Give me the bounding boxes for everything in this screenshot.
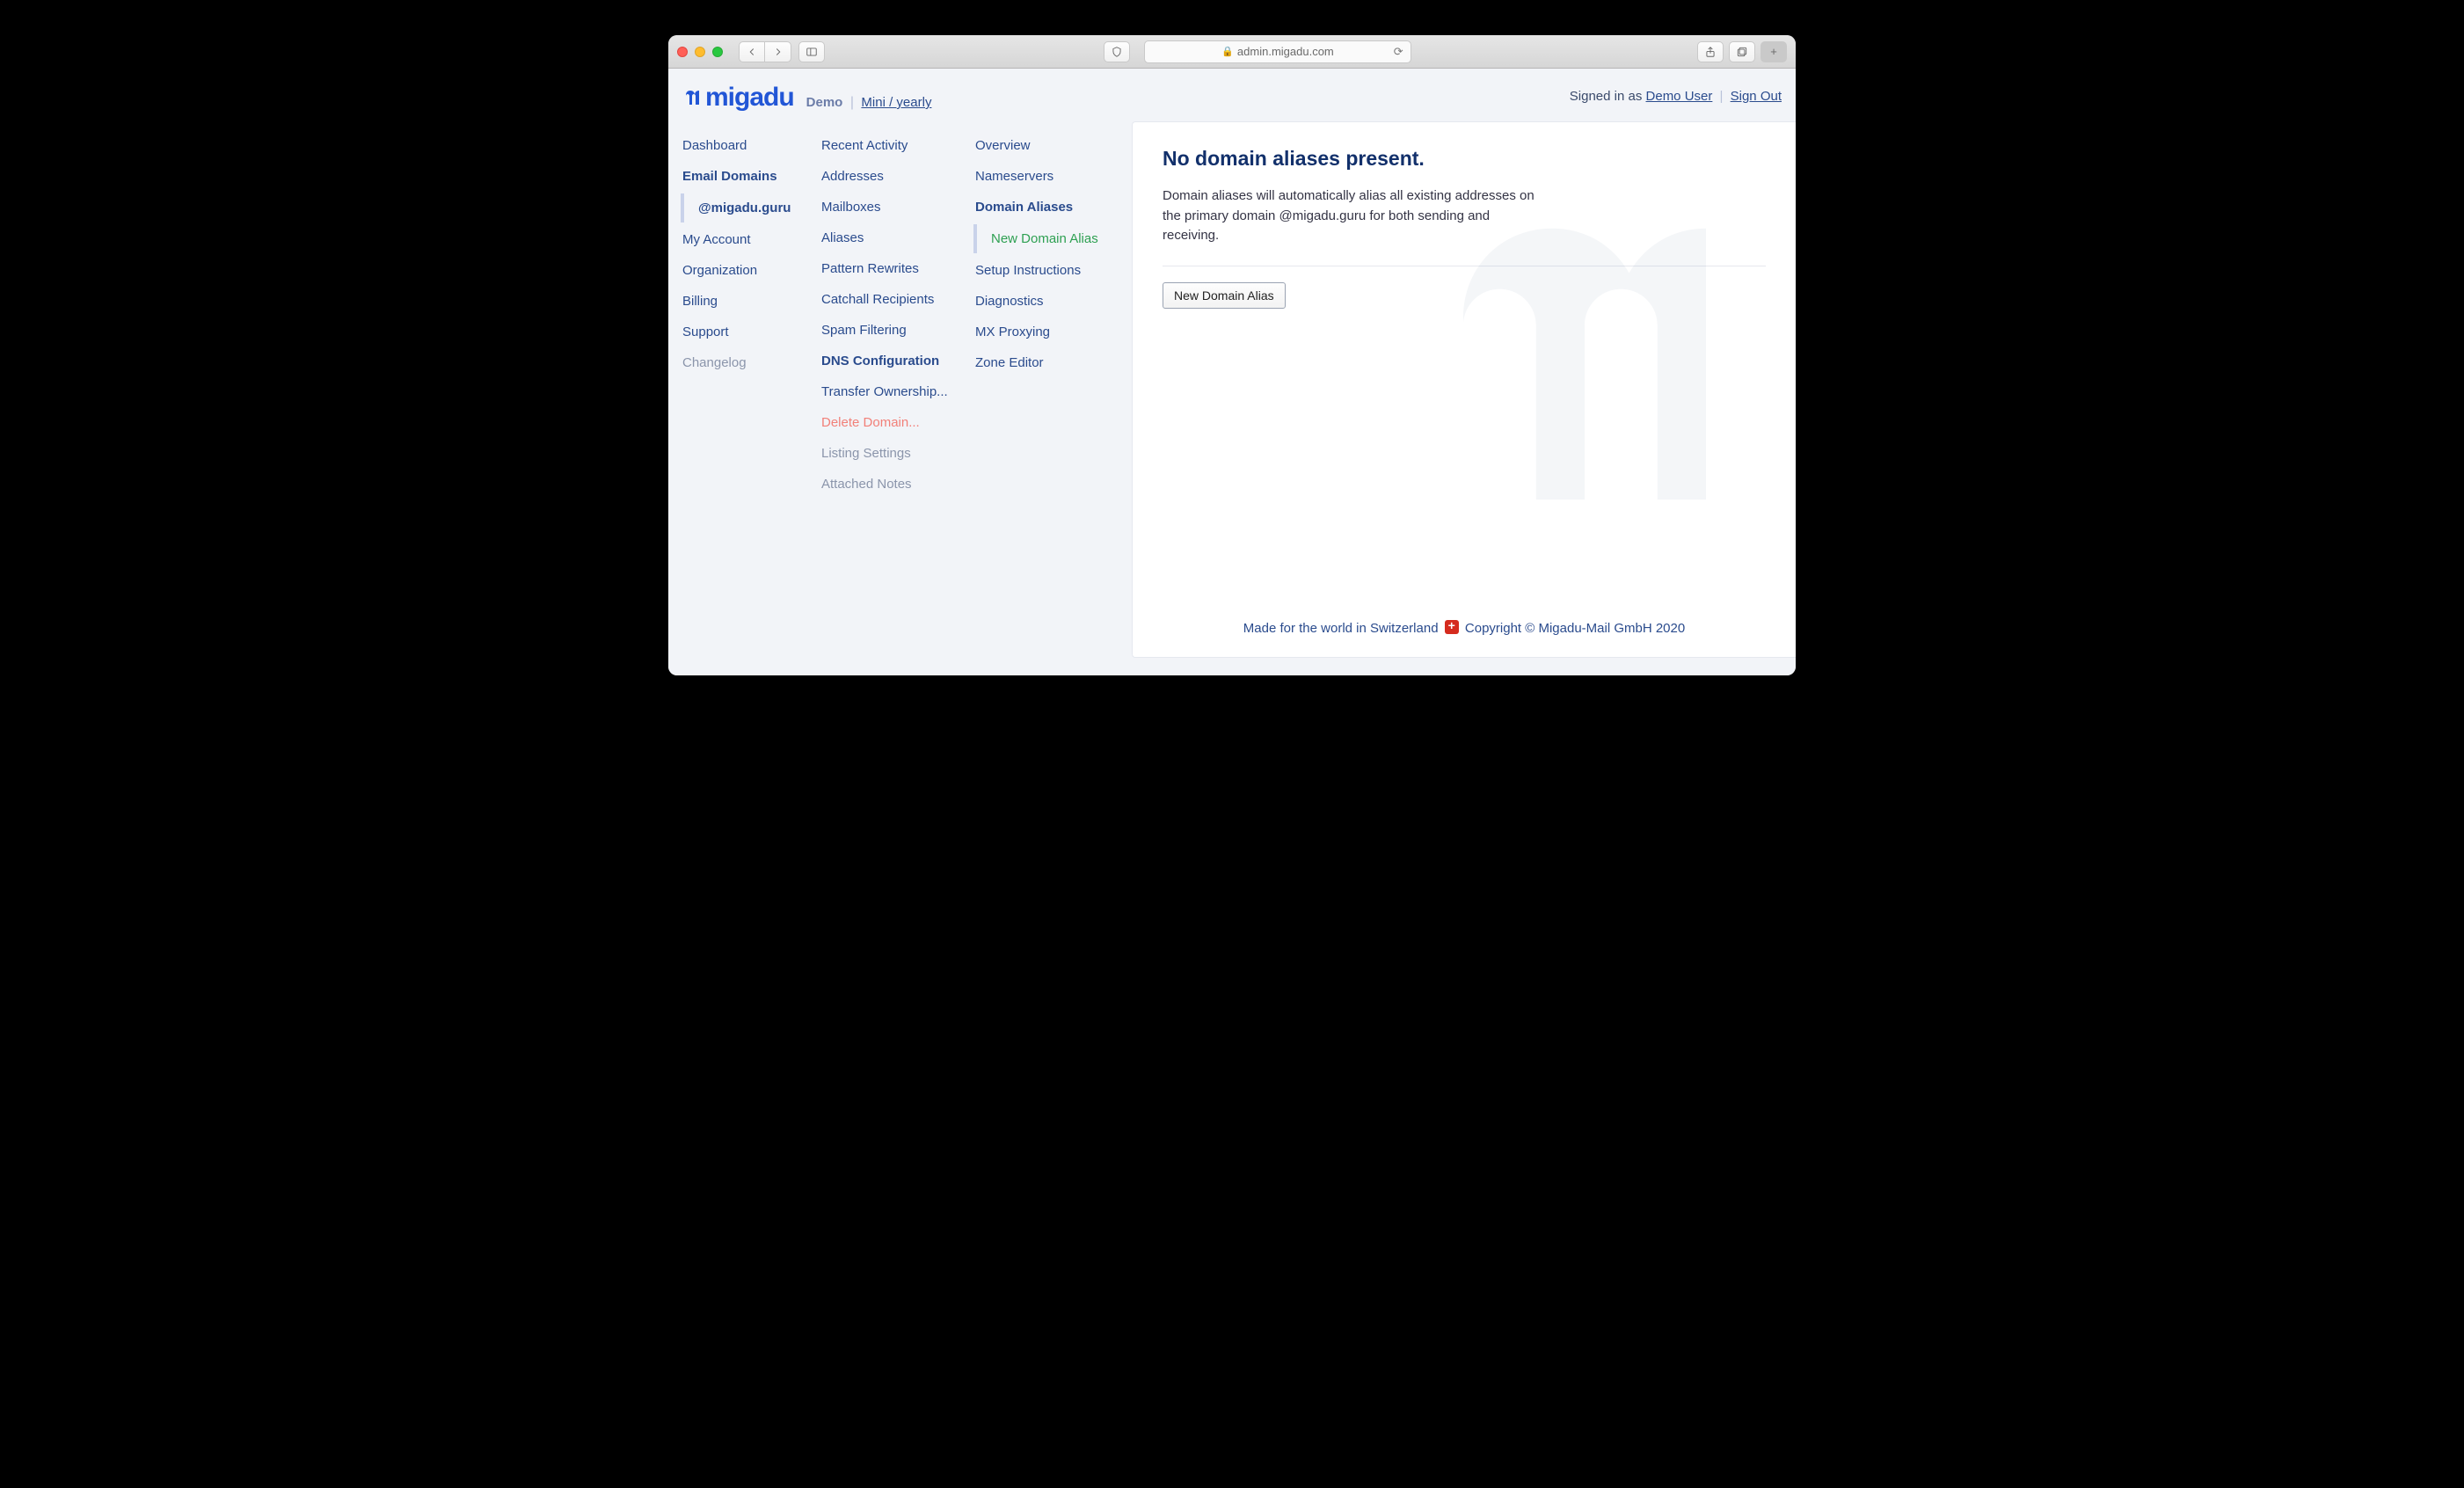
reload-button[interactable]: ⟳ [1394,45,1403,59]
nav-dns-configuration[interactable]: DNS Configuration [820,346,973,376]
footer-right: Copyright © Migadu-Mail GmbH 2020 [1465,621,1685,636]
nav-pattern-rewrites[interactable]: Pattern Rewrites [820,253,973,284]
browser-titlebar: 🔒 admin.migadu.com ⟳ + [668,35,1796,69]
tabs-button[interactable] [1729,41,1755,62]
nav-catchall[interactable]: Catchall Recipients [820,284,973,315]
separator: | [850,95,854,110]
nav-dns: Overview Nameservers Domain Aliases New … [973,121,1128,378]
url-text: admin.migadu.com [1237,45,1334,58]
nav-domain-aliases-sublist: New Domain Alias [973,224,1128,253]
nav-domain-sublist: @migadu.guru [681,193,820,222]
forward-button[interactable] [765,41,791,62]
chevron-right-icon [772,46,784,58]
nav-changelog[interactable]: Changelog [681,347,820,378]
close-window-button[interactable] [677,47,688,57]
new-domain-alias-button[interactable]: New Domain Alias [1163,282,1286,309]
nav-my-account[interactable]: My Account [681,224,820,255]
nav-diagnostics[interactable]: Diagnostics [973,286,1128,317]
nav-organization[interactable]: Organization [681,255,820,286]
back-button[interactable] [739,41,765,62]
nav-dashboard[interactable]: Dashboard [681,130,820,161]
share-button[interactable] [1697,41,1724,62]
nav-nameservers[interactable]: Nameservers [973,161,1128,192]
tabs-icon [1736,46,1748,58]
sidebar-toggle-button[interactable] [798,41,825,62]
nav-email-domains[interactable]: Email Domains [681,161,820,192]
plan-label: Demo [806,95,843,110]
nav-delete-domain[interactable]: Delete Domain... [820,407,973,438]
nav-mailboxes[interactable]: Mailboxes [820,192,973,222]
chevron-left-icon [746,46,758,58]
logo-icon [682,87,703,108]
nav-domain-migadu-guru[interactable]: @migadu.guru [698,193,820,222]
nav-setup-instructions[interactable]: Setup Instructions [973,255,1128,286]
footer-left: Made for the world in Switzerland [1243,621,1439,636]
separator: | [1720,89,1724,104]
window-controls [677,47,723,57]
nav-transfer-ownership[interactable]: Transfer Ownership... [820,376,973,407]
content-title: No domain aliases present. [1163,147,1766,171]
shield-icon [1111,46,1123,58]
signed-in-label: Signed in as [1570,89,1643,104]
share-icon [1704,46,1717,58]
nav-aliases[interactable]: Aliases [820,222,973,253]
nav-support[interactable]: Support [681,317,820,347]
footer: Made for the world in Switzerland Copyri… [1163,594,1766,636]
content-description: Domain aliases will automatically alias … [1163,186,1549,246]
user-link[interactable]: Demo User [1646,89,1713,104]
nav-domain: Recent Activity Addresses Mailboxes Alia… [820,121,973,500]
nav-addresses[interactable]: Addresses [820,161,973,192]
nav-back-forward [739,41,791,62]
new-tab-button[interactable]: + [1761,41,1787,62]
logo-text: migadu [705,83,794,113]
app-body: Dashboard Email Domains @migadu.guru My … [668,121,1796,658]
nav-domain-aliases[interactable]: Domain Aliases [973,192,1128,222]
nav-overview[interactable]: Overview [973,130,1128,161]
logo[interactable]: migadu [682,83,794,113]
nav-mx-proxying[interactable]: MX Proxying [973,317,1128,347]
plan-link[interactable]: Mini / yearly [861,95,931,110]
nav-spam-filtering[interactable]: Spam Filtering [820,315,973,346]
nav-new-domain-alias[interactable]: New Domain Alias [991,224,1128,253]
app-header: migadu Demo | Mini / yearly Signed in as… [668,69,1796,121]
main-content: No domain aliases present. Domain aliase… [1132,121,1796,658]
privacy-report-button[interactable] [1104,41,1130,62]
url-bar[interactable]: 🔒 admin.migadu.com ⟳ [1144,40,1411,63]
sign-out-link[interactable]: Sign Out [1731,89,1782,104]
brand-area: migadu Demo | Mini / yearly [682,81,931,111]
nav-attached-notes[interactable]: Attached Notes [820,469,973,500]
sidebar-icon [806,46,818,58]
browser-window: 🔒 admin.migadu.com ⟳ + migadu Demo [668,35,1796,675]
nav-primary: Dashboard Email Domains @migadu.guru My … [681,121,820,378]
nav-recent-activity[interactable]: Recent Activity [820,130,973,161]
nav-listing-settings[interactable]: Listing Settings [820,438,973,469]
lock-icon: 🔒 [1221,46,1234,57]
swiss-flag-icon [1445,620,1459,634]
app: migadu Demo | Mini / yearly Signed in as… [668,69,1796,675]
account-area: Signed in as Demo User | Sign Out [1570,89,1782,104]
minimize-window-button[interactable] [695,47,705,57]
zoom-window-button[interactable] [712,47,723,57]
nav-billing[interactable]: Billing [681,286,820,317]
nav-zone-editor[interactable]: Zone Editor [973,347,1128,378]
